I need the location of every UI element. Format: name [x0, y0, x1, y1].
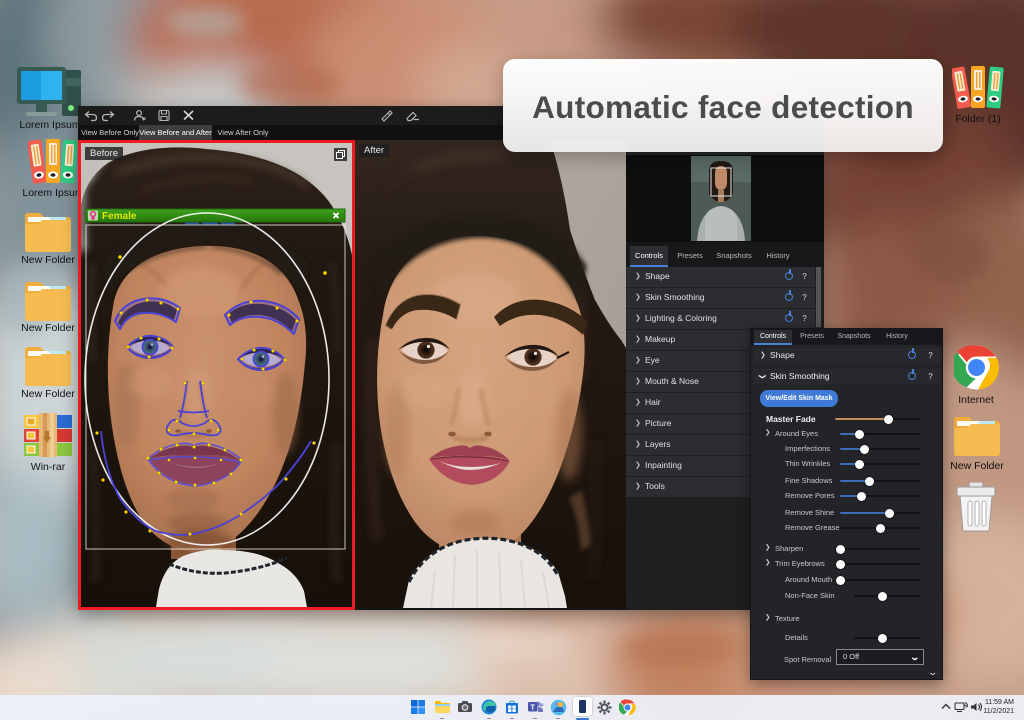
svg-text:T: T — [530, 703, 535, 712]
svg-text:Female: Female — [102, 211, 137, 222]
